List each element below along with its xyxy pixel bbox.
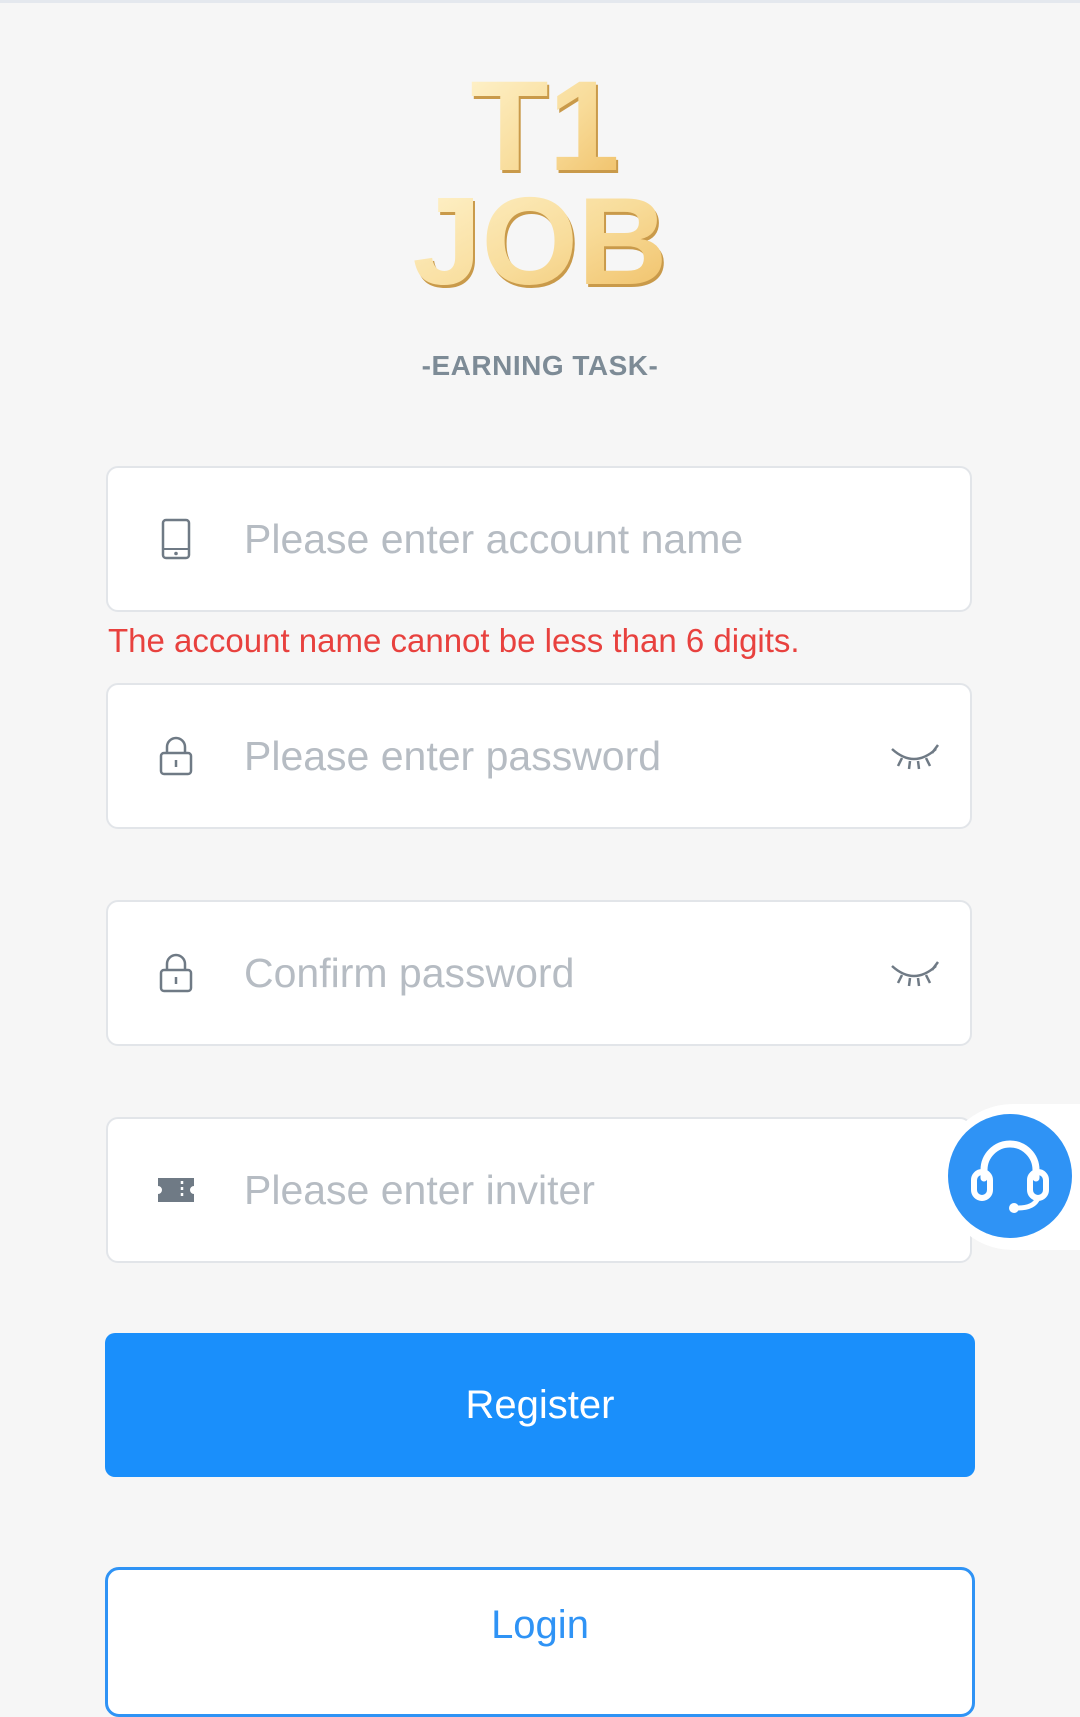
ticket-icon: [156, 1168, 196, 1212]
logo-line-2-face: JOB: [413, 173, 668, 302]
account-field[interactable]: [106, 466, 972, 612]
confirm-password-input[interactable]: [244, 902, 844, 1044]
app-logo: T1 T1 JOB JOB: [400, 62, 680, 302]
app-subtitle: -EARNING TASK-: [421, 350, 659, 381]
eye-closed-icon[interactable]: [888, 956, 940, 990]
account-input[interactable]: [244, 468, 844, 610]
password-field[interactable]: [106, 683, 972, 829]
confirm-password-field[interactable]: [106, 900, 972, 1046]
account-error-message: The account name cannot be less than 6 d…: [108, 622, 800, 659]
inviter-input[interactable]: [244, 1119, 844, 1261]
support-button-circle[interactable]: [948, 1114, 1072, 1238]
phone-icon: [156, 517, 196, 561]
inviter-field[interactable]: [106, 1117, 972, 1263]
lock-icon: [156, 734, 196, 778]
password-input[interactable]: [244, 685, 844, 827]
login-button[interactable]: Login: [105, 1567, 975, 1717]
top-divider: [0, 0, 1080, 3]
customer-support-button[interactable]: [940, 1104, 1080, 1250]
register-button[interactable]: Register: [105, 1333, 975, 1477]
eye-closed-icon[interactable]: [888, 739, 940, 773]
lock-icon: [156, 951, 196, 995]
headset-icon: [968, 1134, 1052, 1219]
